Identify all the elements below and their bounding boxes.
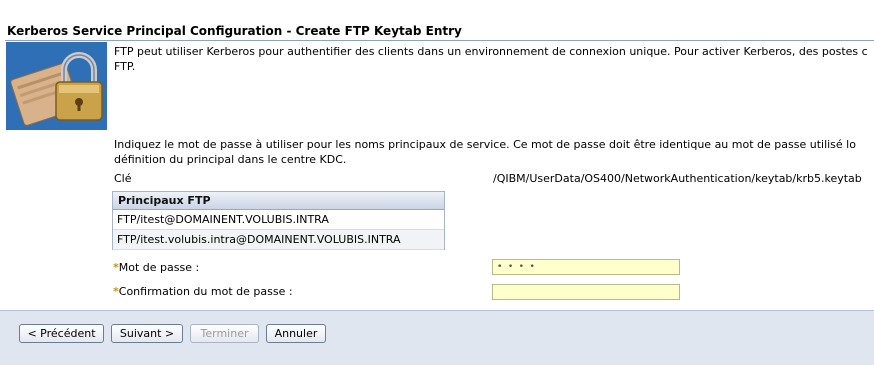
password-label: *Mot de passe : [113, 261, 199, 274]
key-label: Clé [114, 172, 132, 185]
password-field[interactable] [492, 259, 680, 275]
page-title: Kerberos Service Principal Configuration… [7, 24, 462, 38]
table-header: Principaux FTP [113, 192, 444, 210]
keycard-padlock-icon [6, 42, 107, 130]
next-button[interactable]: Suivant > [111, 324, 183, 343]
ftp-principals-table: Principaux FTP FTP/itest@DOMAINENT.VOLUB… [112, 191, 445, 250]
confirm-password-label: *Confirmation du mot de passe : [113, 285, 293, 298]
intro-text: FTP peut utiliser Kerberos pour authenti… [114, 44, 874, 74]
button-bar: < Précédent Suivant > Terminer Annuler [0, 310, 874, 365]
intro-line: FTP. [114, 60, 136, 73]
finish-button[interactable]: Terminer [190, 324, 259, 343]
previous-button[interactable]: < Précédent [19, 324, 104, 343]
keytab-path: /QIBM/UserData/OS400/NetworkAuthenticati… [493, 172, 862, 185]
password-instructions: Indiquez le mot de passe à utiliser pour… [114, 137, 874, 167]
confirm-password-field[interactable] [492, 284, 680, 300]
table-row[interactable]: FTP/itest.volubis.intra@DOMAINENT.VOLUBI… [113, 230, 444, 250]
password-label-text: Mot de passe : [118, 261, 200, 274]
cancel-button[interactable]: Annuler [266, 324, 326, 343]
intro-line: FTP peut utiliser Kerberos pour authenti… [114, 45, 868, 58]
confirm-password-label-text: Confirmation du mot de passe : [118, 285, 293, 298]
instructions-line: Indiquez le mot de passe à utiliser pour… [114, 138, 856, 151]
instructions-line: définition du principal dans le centre K… [114, 153, 347, 166]
table-row[interactable]: FTP/itest@DOMAINENT.VOLUBIS.INTRA [113, 210, 444, 230]
wizard-panel: Kerberos Service Principal Configuration… [0, 0, 874, 365]
title-divider [5, 40, 874, 41]
kerberos-keytab-illustration [6, 42, 107, 130]
